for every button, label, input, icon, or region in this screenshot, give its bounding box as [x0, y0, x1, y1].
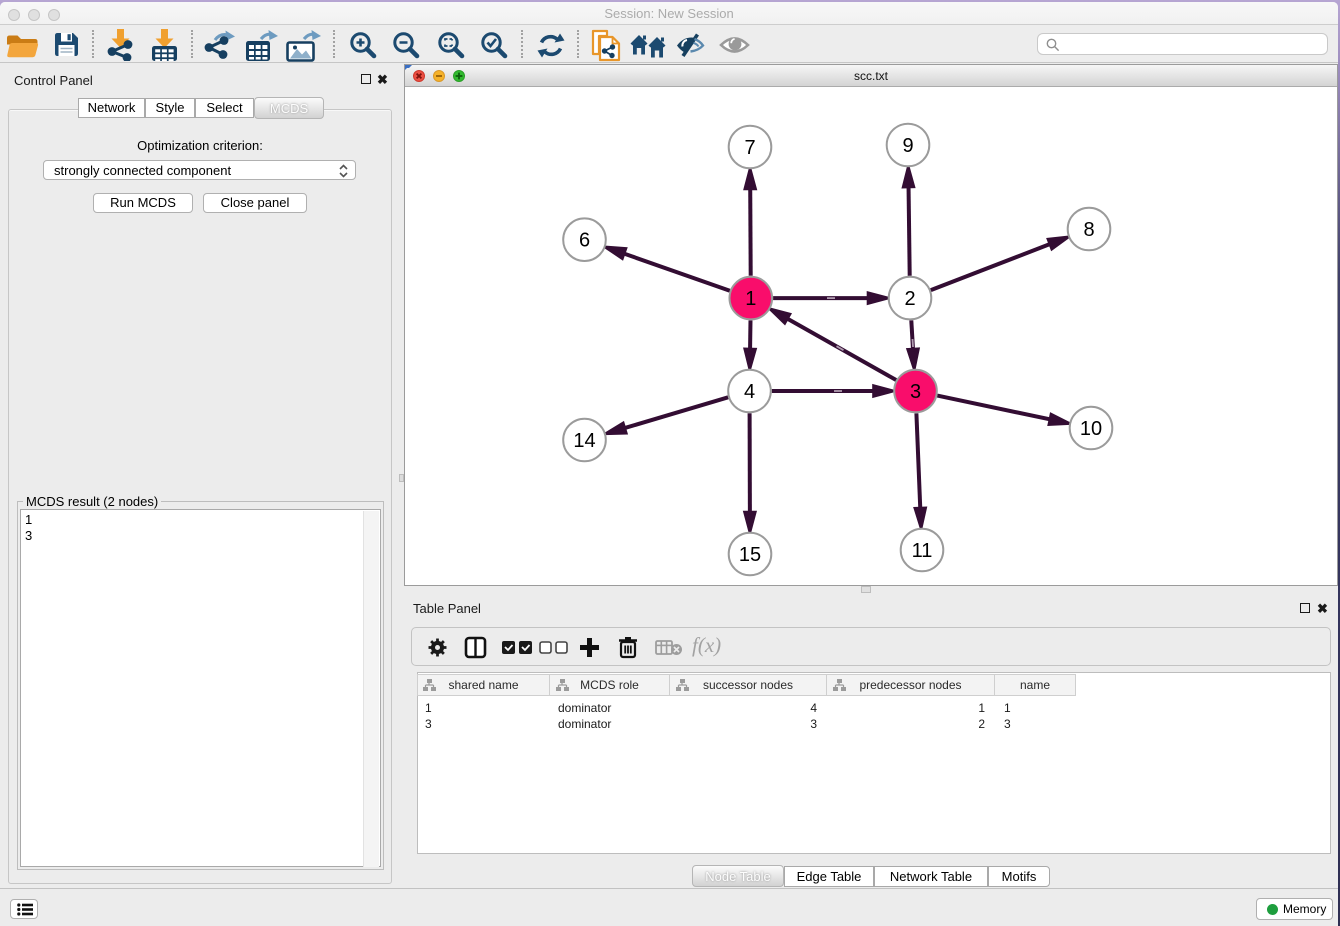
svg-text:2: 2 [904, 288, 915, 310]
svg-text:6: 6 [579, 230, 590, 252]
svg-text:14: 14 [573, 430, 595, 452]
svg-text:15: 15 [739, 544, 761, 566]
svg-text:11: 11 [912, 540, 933, 562]
svg-text:7: 7 [744, 137, 755, 159]
svg-text:3: 3 [910, 381, 921, 403]
svg-text:9: 9 [902, 135, 913, 157]
svg-text:10: 10 [1080, 418, 1102, 440]
svg-text:1: 1 [745, 288, 756, 310]
svg-text:4: 4 [744, 381, 755, 403]
svg-text:8: 8 [1083, 219, 1094, 241]
